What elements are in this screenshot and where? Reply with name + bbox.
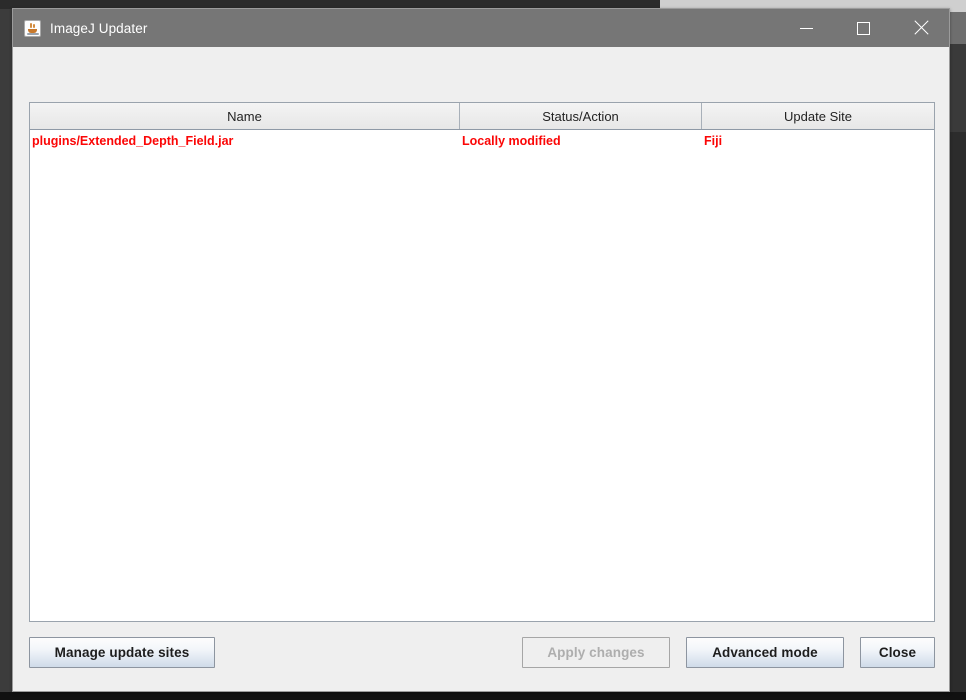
column-header-status[interactable]: Status/Action [460,103,702,129]
close-icon [913,20,929,36]
java-coffee-cup-icon [24,19,41,37]
minimize-icon [800,27,813,29]
updates-table: Name Status/Action Update Site plugins/E… [29,102,935,622]
cell-name: plugins/Extended_Depth_Field.jar [32,133,234,148]
footer-bar: Manage update sites Apply changes Advanc… [13,629,949,691]
close-window-button[interactable] [892,9,949,47]
minimize-button[interactable] [778,9,835,47]
manage-update-sites-button[interactable]: Manage update sites [29,637,215,668]
window-title: ImageJ Updater [50,20,148,36]
close-button[interactable]: Close [860,637,935,668]
cell-update-site: Fiji [704,133,723,148]
screen: ImageJ Updater Name Status/Action Update… [0,0,966,700]
maximize-icon [857,21,870,35]
apply-changes-button[interactable]: Apply changes [522,637,670,668]
table-header-row: Name Status/Action Update Site [30,103,934,130]
table-body: plugins/Extended_Depth_Field.jar Locally… [30,130,934,621]
background-right-panel [950,12,966,700]
cell-status: Locally modified [462,133,561,148]
window-controls [778,9,949,47]
column-header-update-site[interactable]: Update Site [702,103,934,129]
imagej-updater-window: ImageJ Updater Name Status/Action Update… [12,8,950,692]
window-content: Name Status/Action Update Site plugins/E… [13,47,949,691]
title-bar: ImageJ Updater [13,9,949,47]
column-header-name[interactable]: Name [30,103,460,129]
background-bottom-strip [0,692,966,700]
maximize-button[interactable] [835,9,892,47]
table-row[interactable]: plugins/Extended_Depth_Field.jar Locally… [30,130,934,151]
advanced-mode-button[interactable]: Advanced mode [686,637,844,668]
